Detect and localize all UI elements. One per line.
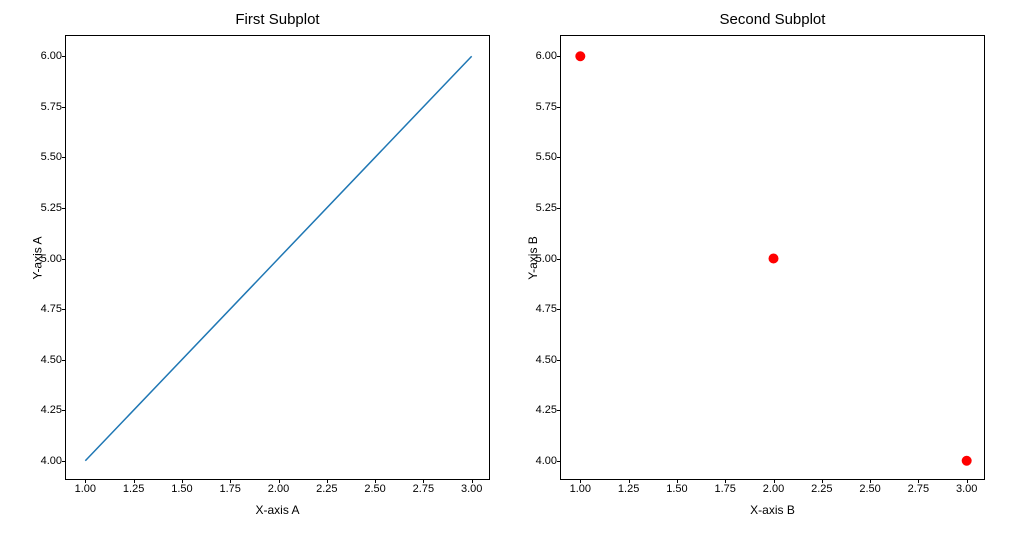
x-tick-label: 2.00 — [268, 483, 289, 495]
x-tick-label: 2.25 — [316, 483, 337, 495]
plot-area-a: Y-axis A X-axis A 4.004.254.504.755.005.… — [65, 35, 490, 480]
x-tick-label: 1.50 — [666, 483, 687, 495]
scatter-point — [962, 456, 972, 466]
x-tick-label: 1.25 — [618, 483, 639, 495]
x-tick-mark — [85, 479, 86, 483]
y-tick-label: 4.75 — [28, 303, 62, 315]
x-tick-mark — [774, 479, 775, 483]
y-tick-label: 5.75 — [523, 101, 557, 113]
chart-title-b: Second Subplot — [560, 11, 985, 28]
y-tick-label: 6.00 — [28, 50, 62, 62]
x-tick-mark — [822, 479, 823, 483]
y-tick-label: 6.00 — [523, 50, 557, 62]
x-tick-mark — [677, 479, 678, 483]
chart-title-a: First Subplot — [65, 11, 490, 28]
y-tick-label: 4.75 — [523, 303, 557, 315]
x-tick-mark — [967, 479, 968, 483]
x-tick-mark — [327, 479, 328, 483]
x-tick-mark — [230, 479, 231, 483]
x-tick-mark — [580, 479, 581, 483]
x-tick-mark — [423, 479, 424, 483]
x-tick-mark — [375, 479, 376, 483]
x-tick-mark — [725, 479, 726, 483]
y-tick-label: 4.25 — [28, 404, 62, 416]
x-tick-mark — [472, 479, 473, 483]
y-tick-label: 5.00 — [28, 253, 62, 265]
plot-area-b: Y-axis B X-axis B 4.004.254.504.755.005.… — [560, 35, 985, 480]
y-tick-label: 5.00 — [523, 253, 557, 265]
x-tick-label: 1.50 — [171, 483, 192, 495]
x-axis-label-b: X-axis B — [561, 503, 984, 517]
x-tick-mark — [279, 479, 280, 483]
x-tick-label: 2.25 — [811, 483, 832, 495]
subplot-second: Second Subplot Y-axis B X-axis B 4.004.2… — [560, 35, 985, 480]
y-tick-label: 5.25 — [523, 202, 557, 214]
x-tick-label: 1.25 — [123, 483, 144, 495]
subplot-first: First Subplot Y-axis A X-axis A 4.004.25… — [65, 35, 490, 480]
x-tick-label: 1.75 — [219, 483, 240, 495]
y-ticks-b: 4.00 4.25 4.50 4.75 5.00 5.25 5.50 5.75 6.00 — [523, 36, 557, 479]
x-tick-mark — [629, 479, 630, 483]
line-chart-svg — [66, 36, 489, 479]
y-tick-label: 4.25 — [523, 404, 557, 416]
x-tick-mark — [182, 479, 183, 483]
scatter-chart-svg — [561, 36, 984, 479]
y-tick-label: 5.75 — [28, 101, 62, 113]
x-tick-mark — [870, 479, 871, 483]
y-tick-label: 4.00 — [28, 455, 62, 467]
x-tick-label: 2.00 — [763, 483, 784, 495]
x-tick-label: 3.00 — [461, 483, 482, 495]
x-tick-label: 3.00 — [956, 483, 977, 495]
y-tick-label: 5.25 — [28, 202, 62, 214]
scatter-point — [575, 51, 585, 61]
x-tick-mark — [918, 479, 919, 483]
y-ticks-a: 4.00 4.25 4.50 4.75 5.00 5.25 5.50 5.75 6.00 — [28, 36, 62, 479]
x-tick-label: 1.75 — [714, 483, 735, 495]
x-ticks-a: 1.00 1.25 1.50 1.75 2.00 2.25 2.50 2.75 3.00 — [66, 483, 489, 499]
x-tick-label: 2.75 — [908, 483, 929, 495]
scatter-point — [769, 254, 779, 264]
x-tick-label: 1.00 — [75, 483, 96, 495]
y-tick-label: 4.50 — [523, 354, 557, 366]
x-tick-label: 2.50 — [364, 483, 385, 495]
x-tick-label: 2.75 — [413, 483, 434, 495]
x-tick-mark — [134, 479, 135, 483]
figure: First Subplot Y-axis A X-axis A 4.004.25… — [0, 0, 1010, 547]
y-tick-label: 5.50 — [28, 151, 62, 163]
x-tick-label: 1.00 — [570, 483, 591, 495]
x-axis-label-a: X-axis A — [66, 503, 489, 517]
y-tick-label: 4.00 — [523, 455, 557, 467]
x-ticks-b: 1.00 1.25 1.50 1.75 2.00 2.25 2.50 2.75 3.00 — [561, 483, 984, 499]
x-tick-label: 2.50 — [859, 483, 880, 495]
y-tick-label: 5.50 — [523, 151, 557, 163]
y-tick-label: 4.50 — [28, 354, 62, 366]
line-series — [85, 56, 471, 461]
